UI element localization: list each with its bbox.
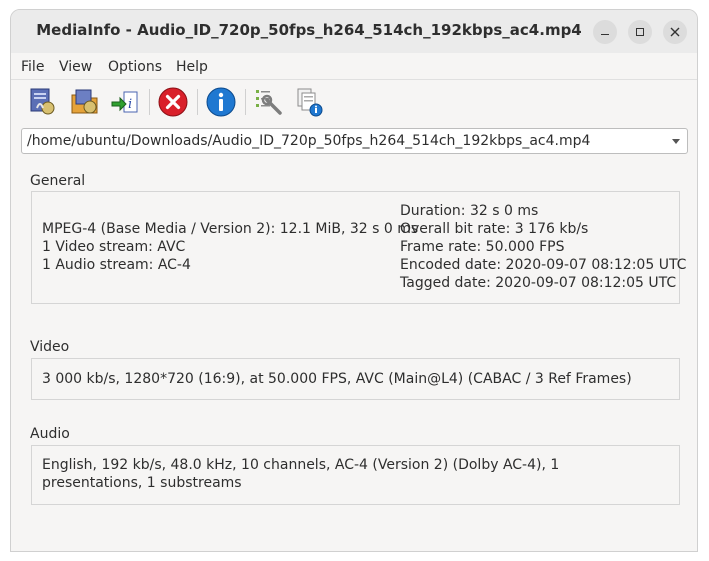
toolbar-separator	[149, 89, 150, 115]
general-details: Duration: 32 s 0 ms Overall bit rate: 3 …	[400, 202, 686, 292]
general-video-streams: 1 Video stream: AVC	[42, 239, 186, 255]
file-path-select[interactable]: /home/ubuntu/Downloads/Audio_ID_720p_50f…	[21, 128, 688, 154]
title-bar[interactable]: MediaInfo - Audio_ID_720p_50fps_h264_514…	[11, 10, 697, 54]
toolbar-separator	[197, 89, 198, 115]
export-button[interactable]: i	[109, 86, 141, 118]
general-encoded-date: Encoded date: 2020-09-07 08:12:05 UTC	[400, 257, 687, 273]
minimize-button[interactable]	[593, 20, 617, 44]
video-summary: 3 000 kb/s, 1280*720 (16:9), at 50.000 F…	[42, 371, 632, 387]
preferences-icon	[256, 90, 282, 115]
chevron-down-icon[interactable]	[672, 139, 680, 144]
general-section-label: General	[30, 173, 86, 189]
preferences-button[interactable]	[253, 86, 285, 118]
open-file-icon	[30, 88, 55, 115]
close-button[interactable]	[663, 20, 687, 44]
maximize-button[interactable]	[628, 20, 652, 44]
export-icon: i	[111, 91, 138, 113]
menu-view[interactable]: View	[59, 59, 92, 75]
menu-bar: File View Options Help	[11, 53, 697, 79]
general-audio-streams: 1 Audio stream: AC-4	[42, 257, 191, 273]
general-container-line: MPEG-4 (Base Media / Version 2): 12.1 Mi…	[42, 221, 419, 237]
general-summary: MPEG-4 (Base Media / Version 2): 12.1 Mi…	[42, 220, 418, 274]
about-icon	[297, 88, 323, 117]
maximize-icon	[636, 28, 644, 36]
about-button[interactable]	[293, 86, 325, 118]
toolbar-separator	[245, 89, 246, 115]
window-title: MediaInfo - Audio_ID_720p_50fps_h264_514…	[36, 21, 582, 39]
video-section-label: Video	[30, 339, 70, 355]
audio-summary: English, 192 kb/s, 48.0 kHz, 10 channels…	[42, 457, 560, 491]
general-panel: MPEG-4 (Base Media / Version 2): 12.1 Mi…	[31, 191, 686, 304]
menu-file[interactable]: File	[21, 59, 44, 75]
general-overall-bitrate: Overall bit rate: 3 176 kb/s	[400, 221, 589, 237]
toolbar: i	[11, 79, 697, 123]
general-tagged-date: Tagged date: 2020-09-07 08:12:05 UTC	[400, 275, 677, 291]
mediainfo-window: MediaInfo - Audio_ID_720p_50fps_h264_514…	[10, 9, 698, 552]
menu-options[interactable]: Options	[108, 59, 162, 75]
general-duration: Duration: 32 s 0 ms	[400, 203, 539, 219]
general-frame-rate: Frame rate: 50.000 FPS	[400, 239, 565, 255]
info-icon	[206, 87, 236, 117]
video-panel: 3 000 kb/s, 1280*720 (16:9), at 50.000 F…	[31, 358, 680, 400]
info-button[interactable]	[205, 86, 237, 118]
svg-text:i: i	[128, 97, 132, 112]
open-folder-button[interactable]	[69, 86, 101, 118]
minimize-icon	[601, 33, 609, 35]
open-file-button[interactable]	[27, 86, 59, 118]
open-folder-icon	[71, 89, 98, 114]
close-icon	[670, 27, 680, 37]
close-file-button[interactable]	[157, 86, 189, 118]
menu-help[interactable]: Help	[176, 59, 208, 75]
audio-section-label: Audio	[30, 426, 70, 442]
content-area: /home/ubuntu/Downloads/Audio_ID_720p_50f…	[11, 122, 697, 551]
close-file-icon	[158, 87, 188, 117]
audio-panel: English, 192 kb/s, 48.0 kHz, 10 channels…	[31, 445, 680, 505]
file-path-value: /home/ubuntu/Downloads/Audio_ID_720p_50f…	[27, 133, 591, 149]
